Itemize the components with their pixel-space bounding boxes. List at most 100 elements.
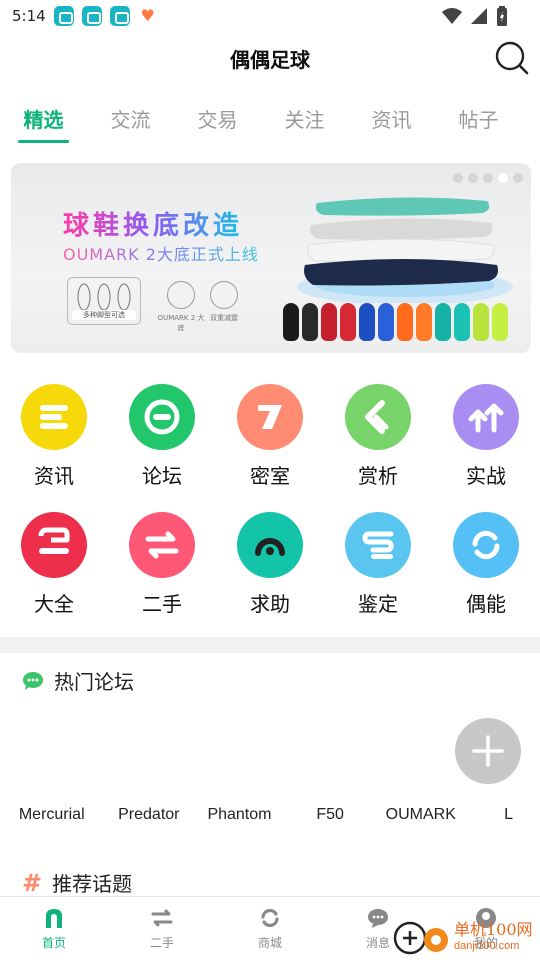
cushion-badge-icon xyxy=(210,281,238,309)
secret-room-icon xyxy=(237,384,303,450)
tab-news[interactable]: 资讯 xyxy=(348,96,435,146)
forum-item[interactable]: L xyxy=(466,806,540,824)
sole-layers-illustration xyxy=(297,197,513,303)
foot-shape-label: 多种脚型可选 xyxy=(72,310,136,320)
mall-icon xyxy=(261,908,279,928)
search-icon xyxy=(495,41,529,75)
page-title: 偶偶足球 xyxy=(230,48,310,72)
nav-home[interactable]: 首页 xyxy=(0,897,108,960)
shoe-blue xyxy=(378,303,394,341)
status-icons xyxy=(442,6,508,26)
tab-posts[interactable]: 帖子 xyxy=(435,96,522,146)
encyclopedia-icon xyxy=(21,512,87,578)
wifi-icon xyxy=(442,8,462,24)
grid-label: 密室 xyxy=(250,464,290,488)
hot-forums-list: Mercurial Predator Phantom F50 OUMARK L xyxy=(0,806,540,824)
banner-dot xyxy=(513,173,523,183)
grid-label: 求助 xyxy=(250,592,290,616)
footprint-icon xyxy=(77,283,131,311)
nav-mall[interactable]: 商城 xyxy=(216,897,324,960)
appreciate-icon xyxy=(345,384,411,450)
banner-dot xyxy=(453,173,463,183)
section-divider xyxy=(0,637,540,653)
heart-notification-icon: ♥ xyxy=(140,6,155,25)
foot-shape-box: 多种脚型可选 xyxy=(67,277,141,325)
watermark-logo-icon xyxy=(393,921,448,955)
shoe-orange xyxy=(397,303,413,341)
grid-label: 大全 xyxy=(34,592,74,616)
grid-item-secret-room[interactable]: 密室 xyxy=(237,384,303,512)
cushion-badge-label: 双重减震 xyxy=(210,314,238,322)
shoe-lime xyxy=(492,303,508,341)
chat-bubble-icon xyxy=(23,671,43,690)
tab-featured[interactable]: 精选 xyxy=(0,96,87,146)
forum-item[interactable]: Phantom xyxy=(194,806,285,824)
status-bar: 5:14 ♥ xyxy=(0,0,540,32)
tab-follow[interactable]: 关注 xyxy=(261,96,348,146)
search-button[interactable] xyxy=(494,40,530,76)
signal-icon xyxy=(471,8,487,24)
watermark-text: 单机100网 danji100.com xyxy=(454,922,533,954)
shoe-black xyxy=(283,303,299,341)
shoe-black xyxy=(302,303,318,341)
grid-item-ouneng[interactable]: 偶能 xyxy=(453,512,519,640)
banner-dot xyxy=(468,173,478,183)
grid-label: 二手 xyxy=(142,592,182,616)
grid-item-forum[interactable]: 论坛 xyxy=(129,384,195,512)
forum-item[interactable]: Predator xyxy=(103,806,194,824)
banner-title: 球鞋换底改造 xyxy=(63,205,243,242)
category-tabs: 精选 交流 交易 关注 资讯 帖子 xyxy=(0,96,540,146)
recommended-topics-header: # 推荐话题 xyxy=(22,868,132,897)
message-icon xyxy=(368,909,388,928)
grid-item-authenticate[interactable]: 鉴定 xyxy=(345,512,411,640)
grid-item-appreciate[interactable]: 赏析 xyxy=(345,384,411,512)
shoe-red xyxy=(321,303,337,341)
grid-label: 实战 xyxy=(466,464,506,488)
nav-label: 二手 xyxy=(149,936,174,950)
forum-item[interactable]: OUMARK xyxy=(375,806,466,824)
grid-label: 赏析 xyxy=(358,464,398,488)
list-icon xyxy=(21,384,87,450)
shoe-red xyxy=(340,303,356,341)
grid-item-news[interactable]: 资讯 xyxy=(21,384,87,512)
shoe-lime xyxy=(473,303,489,341)
grid-label: 资讯 xyxy=(34,464,74,488)
ouneng-icon xyxy=(453,512,519,578)
nav-label: 首页 xyxy=(41,936,66,950)
grid-label: 鉴定 xyxy=(358,592,398,616)
shoe-teal xyxy=(435,303,451,341)
feature-grid: 资讯 论坛 密室 赏析 实战 大全 二手 求助 鉴定 偶能 xyxy=(0,384,540,640)
tab-trade[interactable]: 交易 xyxy=(174,96,261,146)
app-notification-icon xyxy=(53,6,74,26)
hot-forums-title: 热门论坛 xyxy=(54,670,134,694)
second-hand-icon xyxy=(129,512,195,578)
forum-item[interactable]: F50 xyxy=(285,806,376,824)
banner-dot xyxy=(483,173,493,183)
help-icon xyxy=(237,512,303,578)
hot-forums-header: 热门论坛 xyxy=(22,666,134,695)
banner-subtitle: OUMARK 2大底正式上线 xyxy=(63,241,259,265)
app-notification-icon xyxy=(109,6,130,26)
battery-icon xyxy=(497,6,507,26)
shoe-teal xyxy=(454,303,470,341)
second-hand-icon xyxy=(151,909,173,927)
add-forum-button[interactable] xyxy=(455,718,521,784)
watermark-url: danji100.com xyxy=(454,940,520,952)
recommended-topics-title: 推荐话题 xyxy=(52,872,133,896)
grid-label: 偶能 xyxy=(466,592,506,616)
banner-pagination xyxy=(453,173,523,183)
shoe-blue xyxy=(359,303,375,341)
grid-item-help[interactable]: 求助 xyxy=(237,512,303,640)
hashtag-icon: # xyxy=(22,868,43,897)
grid-item-encyclopedia[interactable]: 大全 xyxy=(21,512,87,640)
tab-exchange[interactable]: 交流 xyxy=(87,96,174,146)
nav-second-hand[interactable]: 二手 xyxy=(108,897,216,960)
nav-label: 消息 xyxy=(365,936,390,950)
grid-item-second-hand[interactable]: 二手 xyxy=(129,512,195,640)
home-icon xyxy=(46,909,62,928)
banner-dot-active xyxy=(498,173,508,183)
grid-item-battle[interactable]: 实战 xyxy=(453,384,519,512)
promo-banner[interactable]: 球鞋换底改造 OUMARK 2大底正式上线 多种脚型可选 OUMARK 2 大底… xyxy=(11,163,531,353)
forum-item[interactable]: Mercurial xyxy=(0,806,103,824)
grid-label: 论坛 xyxy=(142,464,182,488)
